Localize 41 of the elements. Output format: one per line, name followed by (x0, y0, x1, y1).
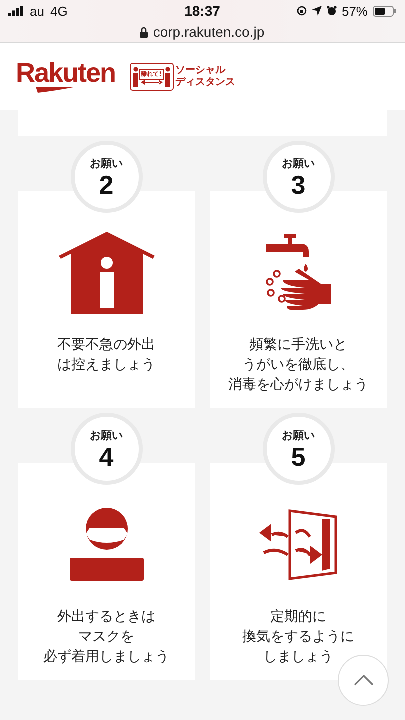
request-text: 換気をするように (242, 628, 354, 647)
badge-title: ディスタンス (176, 76, 236, 88)
request-number: 3 (291, 170, 306, 198)
person-icon (164, 66, 171, 86)
rotation-lock-icon (296, 6, 307, 16)
request-text: は控えましょう (58, 356, 156, 375)
request-number: 5 (291, 442, 306, 470)
ventilation-icon (258, 509, 340, 581)
request-text: 不要不急の外出 (58, 336, 156, 355)
signal-icon (8, 6, 24, 16)
clock-time: 18:37 (184, 3, 220, 19)
house-icon (58, 232, 154, 314)
back-to-top-button[interactable] (338, 655, 389, 706)
request-text: 消毒を心がけましょう (228, 376, 368, 395)
masked-person-icon (68, 508, 146, 582)
request-label: お願い (282, 156, 315, 170)
battery-icon (373, 6, 397, 16)
url-text[interactable]: corp.rakuten.co.jp (153, 24, 265, 40)
request-text: うがいを徹底し、 (242, 356, 356, 375)
double-arrow-icon (140, 80, 163, 84)
chevron-up-icon (354, 675, 374, 686)
request-text: 頻繁に手洗いと (248, 336, 348, 355)
alarm-clock-icon (326, 6, 337, 16)
request-text: しましょう (262, 648, 334, 667)
network-type: 4G (50, 4, 68, 18)
request-text: 定期的に (270, 608, 328, 627)
request-number: 2 (99, 170, 114, 198)
request-number: 4 (99, 442, 114, 470)
rakuten-logo[interactable]: Rakuten (16, 60, 116, 93)
request-label: お願い (282, 428, 315, 442)
request-text: 外出するときは (56, 608, 156, 627)
person-icon (132, 66, 139, 86)
badge-title: ソーシャル (176, 64, 227, 76)
lock-icon (140, 26, 148, 38)
location-arrow-icon (312, 6, 322, 16)
request-label: お願い (90, 428, 123, 442)
battery-percentage: 57% (342, 4, 368, 18)
request-text: 必ず着用しましょう (44, 648, 170, 667)
request-label: お願い (90, 156, 123, 170)
request-text: マスクを (78, 628, 136, 647)
carrier-name: au (30, 4, 44, 18)
